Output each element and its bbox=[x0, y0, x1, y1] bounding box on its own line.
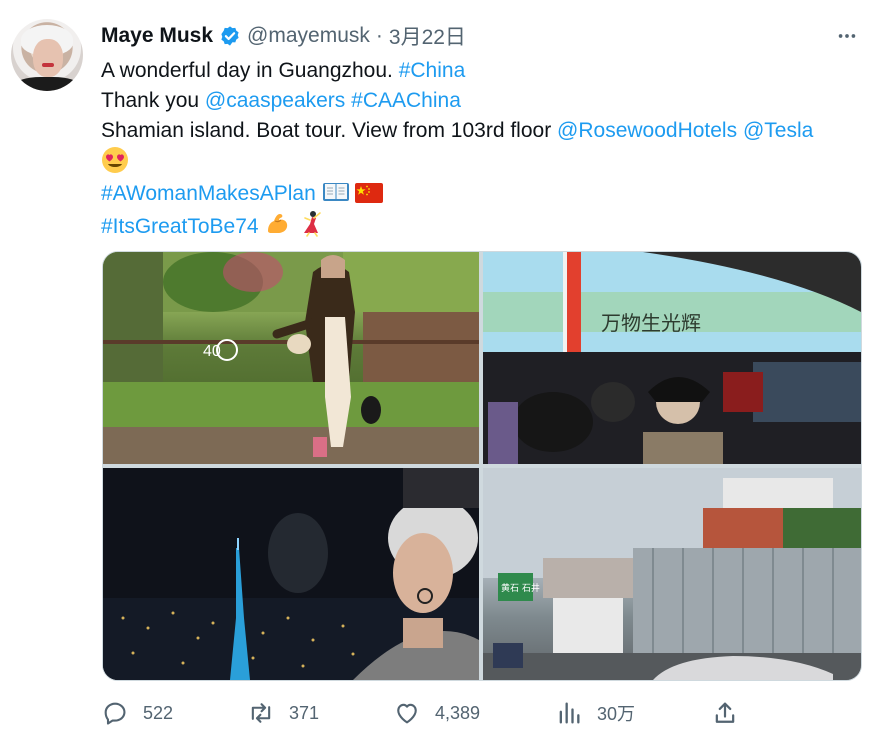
avatar[interactable] bbox=[11, 19, 83, 91]
photo-night-illustration bbox=[103, 468, 479, 680]
media-grid: 40 万物生光辉 黄石 石井 bbox=[102, 251, 862, 681]
like-count: 4,389 bbox=[435, 702, 481, 723]
tweet-line-4 bbox=[101, 146, 871, 179]
header-separator: · bbox=[375, 24, 383, 47]
dancing-woman-emoji-icon bbox=[304, 211, 322, 237]
tweet-text: A wonderful day in Guangzhou. #China Tha… bbox=[101, 56, 871, 242]
author-name[interactable]: Maye Musk bbox=[101, 24, 213, 48]
share-icon bbox=[715, 702, 735, 723]
heart-icon bbox=[397, 703, 417, 724]
tweet-line-1: A wonderful day in Guangzhou. #China bbox=[101, 56, 871, 86]
views-button[interactable]: 30万 bbox=[555, 696, 635, 730]
photo-boat-tour[interactable]: 万物生光辉 bbox=[483, 252, 861, 464]
avatar-face bbox=[33, 39, 63, 77]
photo-garden-woman[interactable]: 40 bbox=[103, 252, 479, 464]
views-count: 30万 bbox=[597, 704, 636, 724]
reply-button[interactable]: 522 bbox=[101, 696, 173, 730]
tweet-line-3: Shamian island. Boat tour. View from 103… bbox=[101, 116, 871, 146]
share-button[interactable] bbox=[711, 696, 739, 730]
mention-rosewoodhotels[interactable]: @RosewoodHotels bbox=[557, 119, 737, 142]
tweet-text-segment: A wonderful day in Guangzhou. bbox=[101, 59, 399, 82]
retweet-icon bbox=[251, 703, 271, 723]
author-handle[interactable]: @mayemusk bbox=[247, 24, 370, 48]
tweet-header: Maye Musk @mayemusk · 3月22日 bbox=[101, 22, 466, 50]
mention-tesla[interactable]: @Tesla bbox=[743, 119, 813, 142]
tweet-line-6: #ItsGreatToBe74 bbox=[101, 209, 871, 242]
open-book-emoji-icon bbox=[322, 183, 349, 201]
hashtag-caachina[interactable]: #CAAChina bbox=[351, 89, 461, 112]
heart-eyes-emoji-icon bbox=[102, 147, 128, 173]
mention-caaspeakers[interactable]: @caaspeakers bbox=[205, 89, 345, 112]
photo-boat-illustration: 万物生光辉 bbox=[483, 252, 861, 464]
analytics-icon bbox=[559, 702, 580, 724]
screen-chars-text: 万物生光辉 bbox=[601, 311, 701, 335]
verified-badge-icon bbox=[221, 26, 239, 46]
reply-icon bbox=[104, 702, 126, 725]
tweet[interactable]: Maye Musk @mayemusk · 3月22日 A wonderful … bbox=[0, 0, 894, 741]
avatar-lips bbox=[42, 63, 54, 67]
tweet-date[interactable]: 3月22日 bbox=[389, 21, 466, 51]
retweet-count: 371 bbox=[289, 702, 320, 723]
road-sign-text: 黄石 石井 bbox=[501, 582, 540, 594]
avatar-body bbox=[15, 77, 79, 91]
tweet-text-segment: Shamian island. Boat tour. View from 103… bbox=[101, 119, 558, 142]
building-logo-text: 40 bbox=[203, 343, 221, 360]
tweet-text-segment: Thank you bbox=[101, 89, 205, 112]
photo-street-illustration: 黄石 石井 bbox=[483, 468, 861, 680]
more-options-icon[interactable] bbox=[833, 22, 861, 50]
tweet-line-2: Thank you @caaspeakers #CAAChina bbox=[101, 86, 871, 116]
hashtag-china[interactable]: #China bbox=[399, 59, 466, 82]
hashtag-itsgreattobe74[interactable]: #ItsGreatToBe74 bbox=[101, 215, 259, 238]
china-flag-emoji-icon bbox=[355, 183, 384, 203]
tweet-line-5: #AWomanMakesAPlan bbox=[101, 179, 871, 209]
action-bar: 522 371 4,389 30万 bbox=[101, 696, 861, 730]
flexed-biceps-emoji-icon bbox=[268, 214, 288, 233]
photo-night-view[interactable] bbox=[103, 468, 479, 680]
hashtag-awomanmakesaplan[interactable]: #AWomanMakesAPlan bbox=[101, 182, 316, 205]
photo-garden-illustration: 40 bbox=[103, 252, 479, 464]
photo-street-tesla[interactable]: 黄石 石井 bbox=[483, 468, 861, 680]
like-button[interactable]: 4,389 bbox=[393, 696, 480, 730]
reply-count: 522 bbox=[143, 702, 174, 723]
retweet-button[interactable]: 371 bbox=[247, 696, 319, 730]
